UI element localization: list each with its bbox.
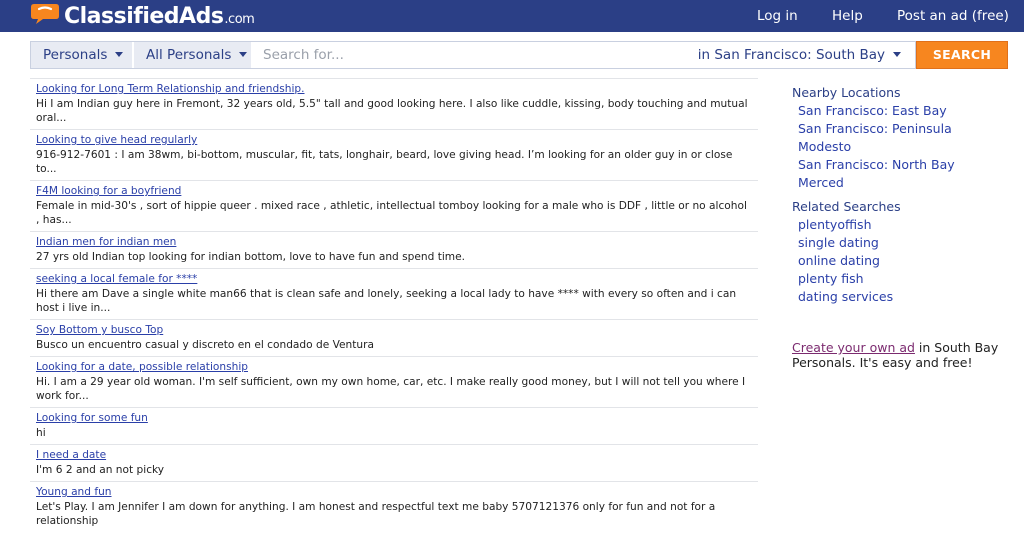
post-ad-link[interactable]: Post an ad (free): [897, 0, 1009, 32]
nearby-location-item: Modesto: [798, 138, 1012, 156]
listing-title-link[interactable]: seeking a local female for ****: [36, 273, 752, 286]
related-search-link[interactable]: plenty fish: [798, 270, 1012, 288]
nearby-location-item: San Francisco: East Bay: [798, 102, 1012, 120]
site-logo[interactable]: ClassifiedAds.com: [30, 3, 255, 31]
category-label: Personals: [43, 47, 108, 63]
logo-tld: .com: [224, 12, 255, 27]
listing-description: Hi. I am a 29 year old woman. I'm self s…: [36, 376, 746, 402]
subcategory-label: All Personals: [146, 47, 232, 63]
create-ad-link[interactable]: Create your own ad: [792, 340, 915, 355]
listing-item: Indian men for indian men 27 yrs old Indi…: [30, 231, 758, 268]
related-search-link[interactable]: online dating: [798, 252, 1012, 270]
logo-text: ClassifiedAds.com: [64, 4, 255, 29]
related-search-item: online dating: [798, 252, 1012, 270]
create-ad-promo: Create your own ad in South Bay Personal…: [792, 340, 1012, 370]
listing-item: Young and fun Let's Play. I am Jennifer I…: [30, 481, 758, 532]
listing-description: 27 yrs old Indian top looking for indian…: [36, 251, 465, 263]
related-search-link[interactable]: single dating: [798, 234, 1012, 252]
listing-item: Looking for a date, possible relationshi…: [30, 356, 758, 407]
listing-item: F4M looking for a boyfriend Female in mid…: [30, 180, 758, 231]
chevron-down-icon: [893, 51, 901, 57]
listing-item: seeking a local female for **** Hi there …: [30, 268, 758, 319]
listing-description: I'm 6 2 and an not picky: [36, 464, 165, 476]
nearby-locations-list: San Francisco: East Bay San Francisco: Pe…: [792, 102, 1012, 192]
listing-title-link[interactable]: Looking for some fun: [36, 412, 752, 425]
listing-item: Looking for some fun hi: [30, 407, 758, 444]
listing-title-link[interactable]: Looking to give head regularly: [36, 134, 752, 147]
top-header: ClassifiedAds.com Log in Help Post an ad…: [0, 0, 1024, 32]
location-label: in San Francisco: South Bay: [697, 47, 885, 63]
speech-bubble-icon: [31, 4, 59, 24]
listing-description: hi: [36, 427, 46, 439]
sidebar: Nearby Locations San Francisco: East Bay…: [792, 84, 1012, 370]
search-input[interactable]: [253, 42, 693, 68]
listing-title-link[interactable]: Looking for Long Term Relationship and f…: [36, 83, 752, 96]
help-link[interactable]: Help: [832, 0, 863, 32]
nearby-location-item: San Francisco: North Bay: [798, 156, 1012, 174]
nearby-location-link[interactable]: San Francisco: North Bay: [798, 156, 1012, 174]
listing-title-link[interactable]: Looking for a date, possible relationshi…: [36, 361, 752, 374]
listing-title-link[interactable]: F4M looking for a boyfriend: [36, 185, 752, 198]
listings-list: Looking for Long Term Relationship and f…: [30, 78, 758, 532]
listing-description: 916-912-7601 : I am 38wm, bi-bottom, mus…: [36, 149, 733, 175]
listing-description: Female in mid-30's , sort of hippie quee…: [36, 200, 747, 226]
listing-item: I need a date I'm 6 2 and an not picky: [30, 444, 758, 481]
listing-item: Looking for Long Term Relationship and f…: [30, 78, 758, 129]
listing-description: Busco un encuentro casual y discreto en …: [36, 339, 374, 351]
related-search-item: plentyoffish: [798, 216, 1012, 234]
location-dropdown[interactable]: in San Francisco: South Bay: [698, 42, 901, 68]
chevron-down-icon: [239, 51, 248, 57]
category-dropdown[interactable]: Personals: [31, 42, 132, 68]
login-link[interactable]: Log in: [757, 0, 798, 32]
listing-title-link[interactable]: Young and fun: [36, 486, 752, 499]
listing-title-link[interactable]: Soy Bottom y busco Top: [36, 324, 752, 337]
chevron-down-icon: [115, 51, 124, 57]
listing-item: Soy Bottom y busco Top Busco un encuentro…: [30, 319, 758, 356]
nearby-location-item: Merced: [798, 174, 1012, 192]
subcategory-dropdown[interactable]: All Personals: [134, 42, 251, 68]
nearby-location-link[interactable]: Modesto: [798, 138, 1012, 156]
related-searches-heading: Related Searches: [792, 199, 901, 214]
search-bar: Personals All Personals in San Francisco…: [30, 41, 916, 69]
related-search-item: plenty fish: [798, 270, 1012, 288]
search-button[interactable]: SEARCH: [916, 41, 1008, 69]
nearby-location-link[interactable]: San Francisco: Peninsula: [798, 120, 1012, 138]
listing-description: Hi there am Dave a single white man66 th…: [36, 288, 737, 314]
listing-item: Looking to give head regularly 916-912-76…: [30, 129, 758, 180]
related-search-item: single dating: [798, 234, 1012, 252]
nearby-location-item: San Francisco: Peninsula: [798, 120, 1012, 138]
listing-description: Hi I am Indian guy here in Fremont, 32 y…: [36, 98, 748, 124]
related-search-link[interactable]: plentyoffish: [798, 216, 1012, 234]
nearby-locations-heading: Nearby Locations: [792, 85, 901, 100]
nearby-location-link[interactable]: Merced: [798, 174, 1012, 192]
related-search-item: dating services: [798, 288, 1012, 306]
listing-description: Let's Play. I am Jennifer I am down for …: [36, 501, 716, 527]
nearby-location-link[interactable]: San Francisco: East Bay: [798, 102, 1012, 120]
listing-title-link[interactable]: Indian men for indian men: [36, 236, 752, 249]
related-searches-list: plentyoffish single dating online dating pl…: [792, 216, 1012, 306]
related-search-link[interactable]: dating services: [798, 288, 1012, 306]
listing-title-link[interactable]: I need a date: [36, 449, 752, 462]
